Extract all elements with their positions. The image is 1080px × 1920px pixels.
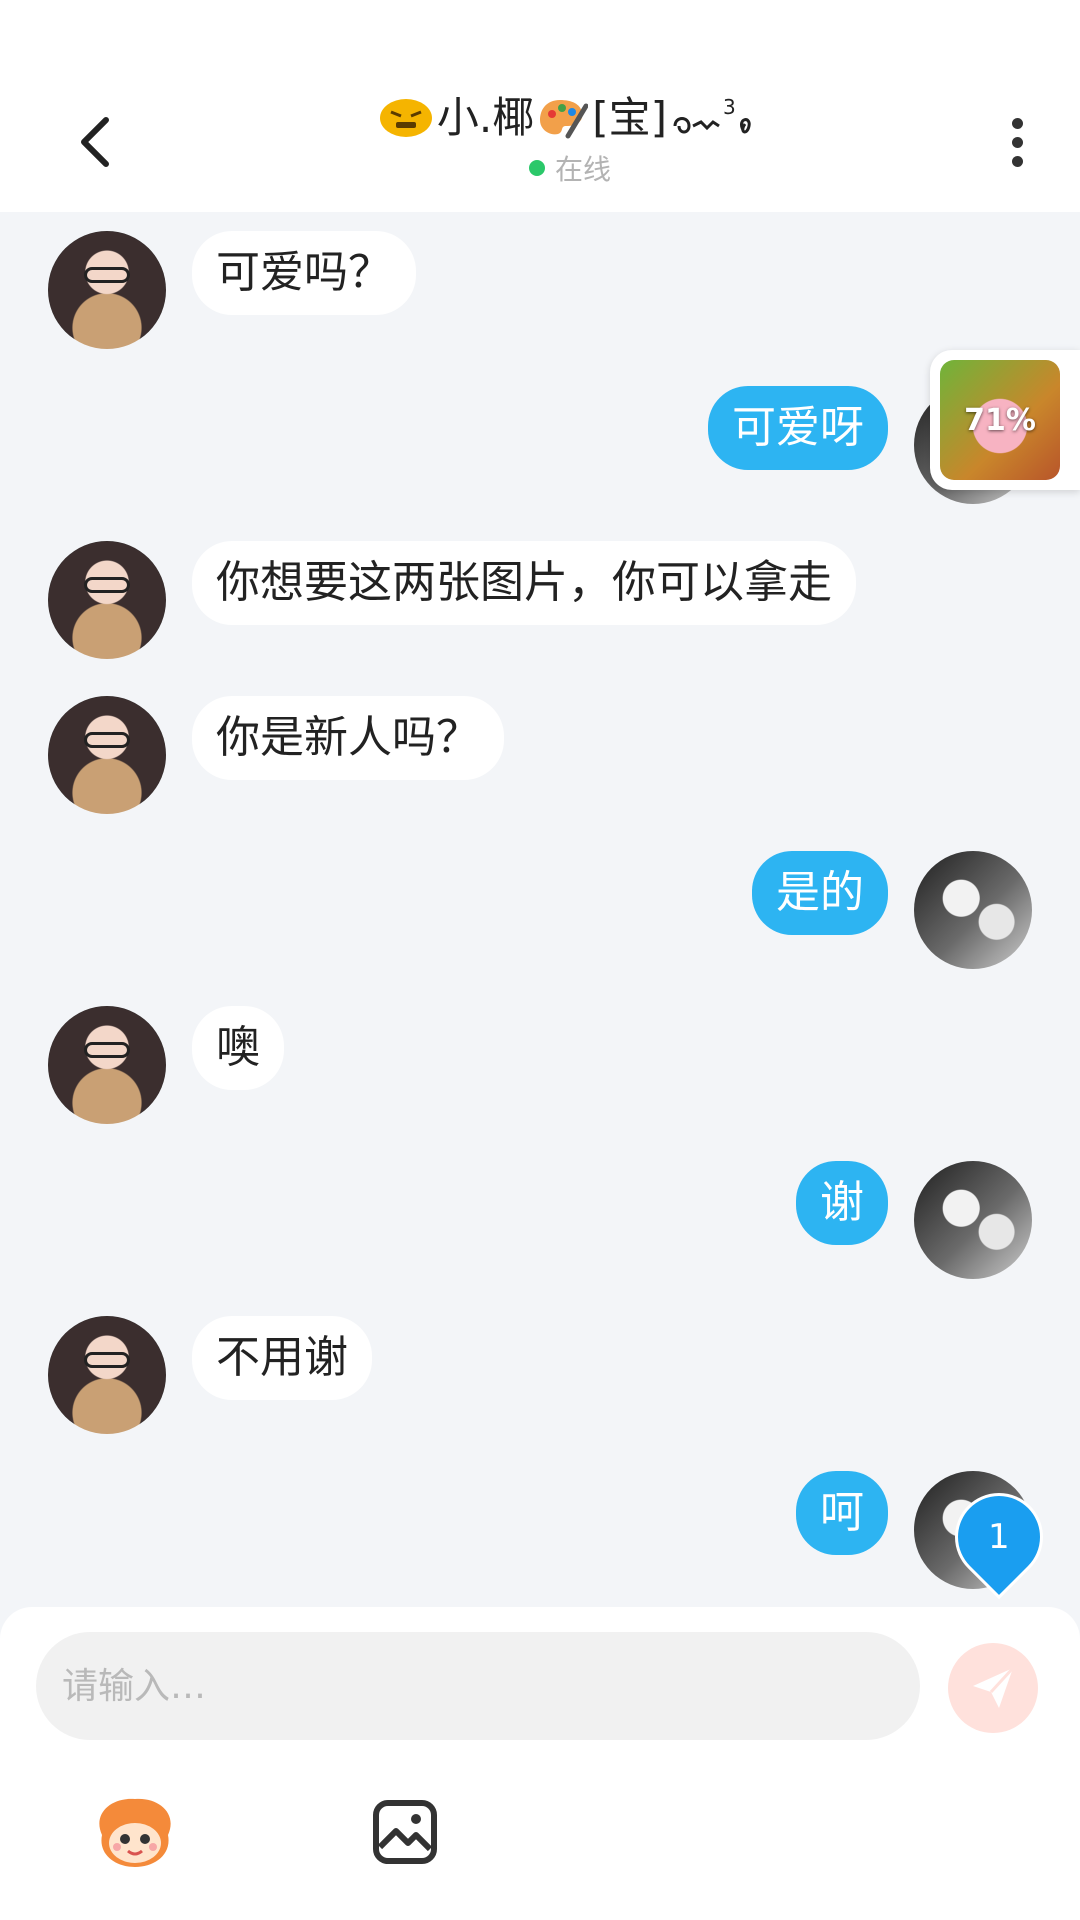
contact-tag: [宝] (592, 93, 668, 142)
floating-game-widget[interactable]: 71% (930, 350, 1080, 490)
avatar-glasses (84, 577, 130, 593)
message-row: 噢 (0, 1006, 1080, 1126)
mascot-button[interactable] (90, 1787, 180, 1877)
message-row: 可爱吗？ (0, 231, 1080, 351)
message-bubble[interactable]: 可爱呀 (708, 386, 888, 470)
message-bubble[interactable]: 不用谢 (192, 1316, 372, 1400)
avatar-glasses (84, 1352, 130, 1368)
send-button[interactable] (948, 1643, 1038, 1733)
contact-avatar[interactable] (48, 541, 166, 659)
composer-panel (0, 1607, 1080, 1920)
avatar-glasses (84, 1042, 130, 1058)
more-options-button[interactable] (992, 112, 1042, 172)
paper-plane-icon (973, 1666, 1015, 1708)
more-dot (1011, 155, 1023, 167)
message-input[interactable] (36, 1632, 920, 1740)
more-vertical-icon (1011, 117, 1023, 129)
svg-text:3: 3 (723, 96, 736, 119)
image-picker-button[interactable] (360, 1787, 450, 1877)
contact-avatar[interactable] (48, 1316, 166, 1434)
message-bubble[interactable]: 噢 (192, 1006, 284, 1090)
message-bubble[interactable]: 谢 (796, 1161, 888, 1245)
message-row: 你是新人吗？ (0, 696, 1080, 816)
message-bubble[interactable]: 可爱吗？ (192, 231, 416, 315)
status-text: 在线 (554, 153, 611, 186)
message-list[interactable]: 可爱吗？ 可爱呀 你想要这两张图片，你可以拿走 你是新人吗？ 是的 噢 谢 不用… (0, 212, 1080, 1607)
my-avatar[interactable] (914, 851, 1032, 969)
angry-face-icon (379, 99, 432, 137)
paint-palette-icon (540, 100, 589, 139)
image-icon (373, 1800, 437, 1864)
chat-header: 小.椰 [宝] 3 在线 (0, 0, 1080, 212)
game-progress-label: 71% (964, 402, 1036, 438)
contact-name: 小.椰 (436, 93, 535, 142)
contact-avatar[interactable] (48, 1006, 166, 1124)
chat-title-area: 小.椰 [宝] 3 在线 (300, 92, 840, 188)
decorative-squiggle-icon: 3 (673, 96, 751, 134)
message-row: 不用谢 (0, 1316, 1080, 1436)
message-bubble[interactable]: 你想要这两张图片，你可以拿走 (192, 541, 856, 625)
contact-title: 小.椰 [宝] 3 (379, 92, 761, 144)
message-row: 谢 (0, 1161, 1080, 1281)
online-dot-icon (528, 160, 545, 176)
game-thumbnail: 71% (940, 360, 1060, 480)
online-status: 在线 (300, 148, 840, 188)
back-button[interactable] (70, 112, 120, 172)
message-row: 呵 (0, 1471, 1080, 1591)
message-row: 是的 (0, 851, 1080, 971)
message-bubble[interactable]: 呵 (796, 1471, 888, 1555)
avatar-glasses (84, 267, 130, 283)
avatar-glasses (84, 732, 130, 748)
contact-avatar[interactable] (48, 231, 166, 349)
message-row: 可爱呀 (0, 386, 1080, 506)
my-avatar[interactable] (914, 1161, 1032, 1279)
more-dot (1011, 136, 1023, 148)
message-row: 你想要这两张图片，你可以拿走 (0, 541, 1080, 661)
contact-avatar[interactable] (48, 696, 166, 814)
message-bubble[interactable]: 你是新人吗？ (192, 696, 504, 780)
chevron-left-icon (81, 117, 109, 167)
message-bubble[interactable]: 是的 (752, 851, 888, 935)
unread-count: 1 (988, 1517, 1010, 1558)
mascot-face-icon (99, 1798, 171, 1867)
